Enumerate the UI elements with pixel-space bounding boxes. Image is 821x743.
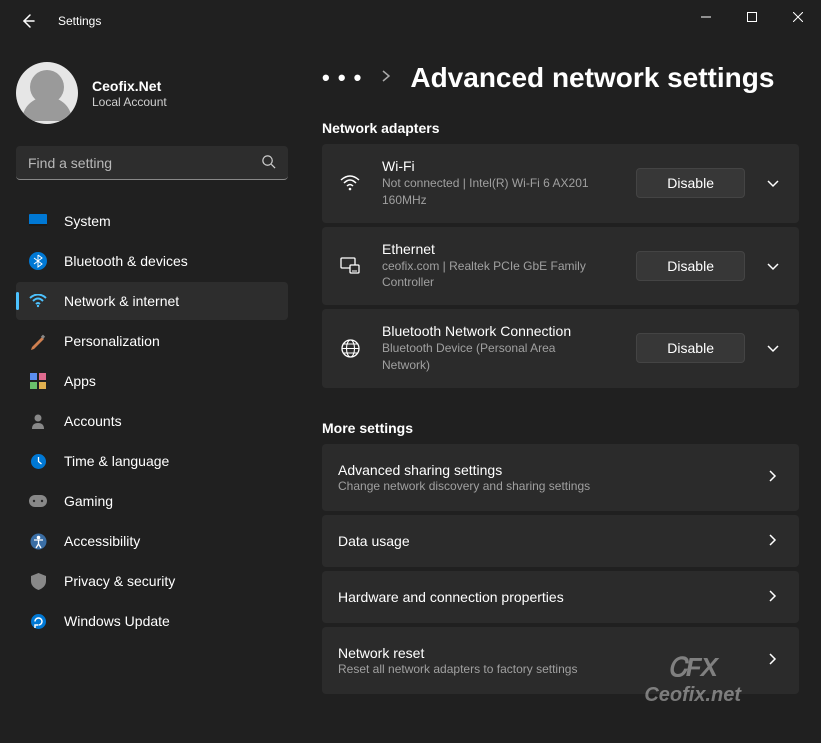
nav-label: Network & internet — [64, 293, 179, 309]
expand-button[interactable] — [763, 258, 783, 274]
nav-label: Bluetooth & devices — [64, 253, 188, 269]
section-heading-more: More settings — [322, 420, 799, 436]
sidebar-item-system[interactable]: System — [16, 202, 288, 240]
profile-name: Ceofix.Net — [92, 78, 167, 94]
adapter-sub: Bluetooth Device (Personal Area Network) — [382, 340, 602, 374]
nav-label: Apps — [64, 373, 96, 389]
back-arrow-icon — [20, 13, 36, 29]
accessibility-icon — [28, 531, 48, 551]
sidebar-item-apps[interactable]: Apps — [16, 362, 288, 400]
chevron-right-icon — [382, 69, 390, 87]
chevron-down-icon — [767, 263, 779, 271]
sidebar-item-gaming[interactable]: Gaming — [16, 482, 288, 520]
row-data-usage[interactable]: Data usage — [322, 515, 799, 567]
chevron-down-icon — [767, 345, 779, 353]
nav-label: Accounts — [64, 413, 122, 429]
breadcrumb: • • • Advanced network settings — [322, 62, 799, 94]
row-advanced-sharing[interactable]: Advanced sharing settings Change network… — [322, 444, 799, 511]
close-icon — [793, 12, 803, 22]
system-icon — [28, 211, 48, 231]
profile-sub: Local Account — [92, 95, 167, 109]
expand-button[interactable] — [763, 175, 783, 191]
sidebar-item-time[interactable]: Time & language — [16, 442, 288, 480]
nav-label: Accessibility — [64, 533, 140, 549]
row-sub: Reset all network adapters to factory se… — [338, 662, 763, 676]
apps-icon — [28, 371, 48, 391]
sidebar-item-update[interactable]: Windows Update — [16, 602, 288, 640]
chevron-down-icon — [767, 180, 779, 188]
expand-button[interactable] — [763, 340, 783, 356]
personalization-icon — [28, 331, 48, 351]
adapter-title: Wi-Fi — [382, 158, 636, 174]
row-title: Network reset — [338, 645, 763, 661]
adapter-card-ethernet: Ethernet ceofix.com | Realtek PCIe GbE F… — [322, 227, 799, 306]
section-heading-adapters: Network adapters — [322, 120, 799, 136]
adapter-title: Ethernet — [382, 241, 636, 257]
nav-label: System — [64, 213, 111, 229]
content-area: • • • Advanced network settings Network … — [300, 42, 821, 743]
search-icon — [261, 154, 276, 172]
close-button[interactable] — [775, 0, 821, 34]
sidebar-item-bluetooth[interactable]: Bluetooth & devices — [16, 242, 288, 280]
nav-label: Time & language — [64, 453, 169, 469]
app-title: Settings — [58, 14, 101, 28]
titlebar: Settings — [0, 0, 821, 42]
accounts-icon — [28, 411, 48, 431]
update-icon — [28, 611, 48, 631]
adapter-card-bluetooth: Bluetooth Network Connection Bluetooth D… — [322, 309, 799, 388]
chevron-right-icon — [763, 652, 783, 668]
row-title: Data usage — [338, 533, 763, 549]
adapter-sub: Not connected | Intel(R) Wi-Fi 6 AX201 1… — [382, 175, 602, 209]
wifi-icon — [338, 175, 362, 191]
gaming-icon — [28, 491, 48, 511]
row-title: Advanced sharing settings — [338, 462, 763, 478]
sidebar: Ceofix.Net Local Account System Bluetoot… — [0, 42, 300, 743]
nav-label: Gaming — [64, 493, 113, 509]
avatar — [16, 62, 78, 124]
ethernet-icon — [338, 257, 362, 275]
minimize-icon — [701, 12, 711, 22]
minimize-button[interactable] — [683, 0, 729, 34]
window-controls — [683, 0, 821, 34]
page-title: Advanced network settings — [410, 62, 774, 94]
sidebar-item-privacy[interactable]: Privacy & security — [16, 562, 288, 600]
chevron-right-icon — [763, 469, 783, 485]
search-box[interactable] — [16, 146, 288, 180]
back-button[interactable] — [18, 11, 38, 31]
row-sub: Change network discovery and sharing set… — [338, 479, 763, 493]
chevron-right-icon — [763, 533, 783, 549]
breadcrumb-more-button[interactable]: • • • — [322, 65, 362, 91]
sidebar-item-accounts[interactable]: Accounts — [16, 402, 288, 440]
sidebar-item-network[interactable]: Network & internet — [16, 282, 288, 320]
privacy-icon — [28, 571, 48, 591]
row-network-reset[interactable]: Network reset Reset all network adapters… — [322, 627, 799, 694]
wifi-icon — [28, 291, 48, 311]
user-profile[interactable]: Ceofix.Net Local Account — [16, 62, 288, 124]
row-title: Hardware and connection properties — [338, 589, 763, 605]
search-input[interactable] — [28, 155, 261, 171]
maximize-icon — [747, 12, 757, 22]
disable-button[interactable]: Disable — [636, 333, 745, 363]
nav-list: System Bluetooth & devices Network & int… — [16, 202, 288, 640]
disable-button[interactable]: Disable — [636, 168, 745, 198]
globe-icon — [338, 339, 362, 358]
adapter-card-wifi: Wi-Fi Not connected | Intel(R) Wi-Fi 6 A… — [322, 144, 799, 223]
maximize-button[interactable] — [729, 0, 775, 34]
disable-button[interactable]: Disable — [636, 251, 745, 281]
sidebar-item-personalization[interactable]: Personalization — [16, 322, 288, 360]
nav-label: Privacy & security — [64, 573, 175, 589]
time-icon — [28, 451, 48, 471]
adapter-title: Bluetooth Network Connection — [382, 323, 636, 339]
chevron-right-icon — [763, 589, 783, 605]
sidebar-item-accessibility[interactable]: Accessibility — [16, 522, 288, 560]
adapter-sub: ceofix.com | Realtek PCIe GbE Family Con… — [382, 258, 602, 292]
nav-label: Windows Update — [64, 613, 170, 629]
row-hardware-properties[interactable]: Hardware and connection properties — [322, 571, 799, 623]
nav-label: Personalization — [64, 333, 160, 349]
bluetooth-icon — [28, 251, 48, 271]
